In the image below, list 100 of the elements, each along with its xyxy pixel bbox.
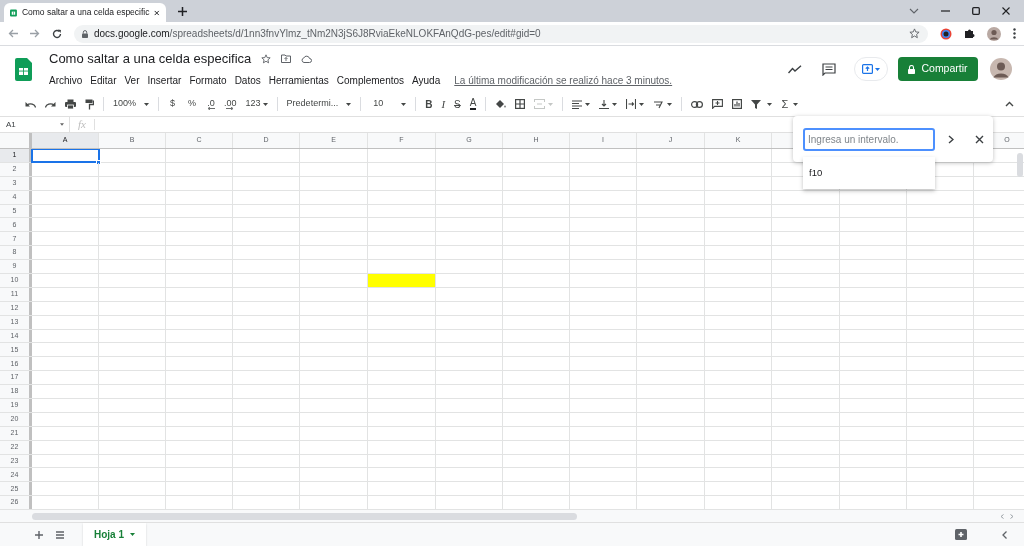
vertical-align-dropdown[interactable] bbox=[599, 99, 618, 109]
sheets-logo-icon bbox=[15, 57, 32, 81]
chevron-left-icon[interactable] bbox=[1002, 530, 1007, 539]
new-tab-icon[interactable] bbox=[178, 7, 187, 16]
avatar-icon[interactable] bbox=[990, 58, 1012, 80]
chevron-right-icon[interactable] bbox=[948, 134, 954, 144]
explore-icon[interactable] bbox=[955, 528, 967, 541]
print-icon[interactable] bbox=[65, 99, 76, 109]
arrow-left-icon bbox=[207, 106, 216, 110]
fill-handle[interactable] bbox=[96, 159, 101, 165]
close-icon[interactable] bbox=[154, 8, 160, 17]
add-sheet-icon[interactable] bbox=[35, 530, 43, 539]
menu-item[interactable]: Ayuda bbox=[408, 72, 445, 90]
merge-cells-dropdown[interactable] bbox=[534, 99, 554, 109]
fill-color-icon[interactable] bbox=[495, 99, 507, 109]
filled-cell[interactable] bbox=[368, 274, 436, 287]
align-dropdown[interactable] bbox=[572, 99, 591, 109]
caret-icon bbox=[667, 102, 673, 106]
selected-cell[interactable] bbox=[32, 149, 99, 162]
bold-button[interactable]: B bbox=[425, 96, 433, 112]
trend-line-icon[interactable] bbox=[788, 64, 802, 74]
menu-item[interactable]: Ver bbox=[120, 72, 144, 90]
align-left-icon bbox=[572, 99, 583, 109]
menu-item[interactable]: Herramientas bbox=[264, 72, 333, 90]
format-dropdown[interactable]: 123 bbox=[245, 97, 268, 111]
paint-format-icon[interactable] bbox=[85, 98, 94, 110]
extension-icon[interactable] bbox=[940, 27, 952, 40]
merge-icon bbox=[534, 99, 546, 109]
range-input-field[interactable]: Ingresa un intervalo. bbox=[803, 127, 935, 151]
functions-dropdown[interactable]: Σ bbox=[781, 95, 799, 113]
comment-add-icon[interactable] bbox=[712, 99, 724, 109]
text-wrap-dropdown[interactable] bbox=[626, 99, 645, 109]
chevron-down-icon[interactable] bbox=[909, 8, 919, 14]
folder-icon[interactable] bbox=[281, 54, 292, 63]
menu-item[interactable]: Datos bbox=[230, 72, 265, 90]
caret-icon bbox=[60, 123, 64, 126]
font-dropdown[interactable]: Predetermi... bbox=[286, 97, 352, 111]
close-icon[interactable] bbox=[975, 134, 984, 144]
arrow-right-icon bbox=[226, 106, 235, 110]
caret-icon bbox=[262, 102, 268, 106]
close-icon[interactable] bbox=[1002, 7, 1010, 15]
maximize-icon[interactable] bbox=[972, 7, 980, 15]
menu-item[interactable]: Formato bbox=[185, 72, 231, 90]
font-size-dropdown[interactable]: 10 bbox=[370, 97, 407, 111]
url-text: docs.google.com/spreadsheets/d/1nn3fnvYlmz_tNm2N3jS6J8RviaEkeNLOKFAnQdG-pes/edit#gid=0 bbox=[94, 27, 541, 41]
align-bottom-icon bbox=[599, 99, 610, 109]
menu-item[interactable]: Complementos bbox=[332, 72, 409, 90]
menu-item[interactable]: Editar bbox=[86, 72, 121, 90]
menu-item[interactable]: Archivo bbox=[45, 72, 87, 90]
name-box[interactable]: A1 bbox=[0, 117, 70, 132]
forward-arrow-icon[interactable] bbox=[30, 29, 40, 38]
star-icon[interactable] bbox=[909, 28, 920, 39]
share-button[interactable]: Compartir bbox=[898, 57, 978, 81]
menu-icon[interactable] bbox=[56, 530, 64, 539]
menu-item[interactable]: Insertar bbox=[143, 72, 186, 90]
undo-icon[interactable] bbox=[25, 100, 36, 108]
spreadsheet-icon bbox=[10, 7, 17, 18]
filter-icon bbox=[751, 99, 762, 109]
caret-icon bbox=[585, 102, 591, 106]
caret-icon bbox=[548, 102, 554, 106]
browser-tab[interactable]: Como saltar a una celda especific bbox=[4, 3, 166, 22]
increase-decimals-button[interactable]: .00 bbox=[224, 98, 237, 110]
sheet-tab[interactable]: Hoja 1 bbox=[83, 523, 146, 546]
caret-icon bbox=[612, 102, 618, 106]
italic-button[interactable]: I bbox=[441, 95, 446, 113]
document-title[interactable]: Como saltar a una celda especifica bbox=[49, 48, 252, 69]
text-rotation-dropdown[interactable] bbox=[653, 99, 673, 109]
caret-icon bbox=[639, 102, 645, 106]
cloud-icon[interactable] bbox=[301, 54, 313, 63]
last-edit-link[interactable]: La última modificación se realizó hace 3 minutos. bbox=[454, 73, 673, 89]
caret-icon bbox=[875, 67, 880, 71]
text-color-button[interactable]: A bbox=[469, 98, 477, 110]
redo-icon[interactable] bbox=[45, 100, 56, 108]
horizontal-scrollbar[interactable] bbox=[32, 512, 577, 520]
caret-icon bbox=[130, 533, 135, 536]
back-arrow-icon[interactable] bbox=[8, 29, 18, 38]
filter-dropdown[interactable] bbox=[751, 99, 773, 109]
suggestion-item[interactable]: f10 bbox=[803, 163, 935, 184]
percent-button[interactable]: % bbox=[186, 97, 199, 111]
caret-icon bbox=[401, 102, 407, 106]
borders-icon[interactable] bbox=[515, 99, 526, 109]
caret-icon bbox=[767, 102, 773, 106]
present-icon bbox=[862, 64, 873, 74]
collapse-icon[interactable] bbox=[1005, 101, 1014, 107]
text-wrap-icon bbox=[626, 99, 637, 109]
address-bar[interactable]: docs.google.com/spreadsheets/d/1nn3fnvYlmz_tNm2N3jS6J8RviaEkeNLOKFAnQdG-pes/edit#gid=0 bbox=[74, 24, 928, 43]
vertical-scrollbar[interactable] bbox=[1017, 153, 1023, 177]
reload-icon[interactable] bbox=[52, 28, 62, 39]
tab-title: Como saltar a una celda especific bbox=[21, 6, 150, 19]
star-icon[interactable] bbox=[261, 53, 272, 64]
decrease-decimals-button[interactable]: .0 bbox=[207, 98, 216, 110]
avatar-icon[interactable] bbox=[987, 26, 1001, 41]
strikethrough-button[interactable]: S bbox=[454, 96, 461, 112]
currency-button[interactable]: $ bbox=[168, 97, 178, 111]
comment-icon[interactable] bbox=[822, 62, 836, 76]
link-icon[interactable] bbox=[691, 100, 704, 108]
puzzle-icon[interactable] bbox=[964, 28, 975, 39]
chart-icon[interactable] bbox=[732, 99, 743, 109]
zoom-dropdown[interactable]: 100% bbox=[113, 97, 150, 111]
more-icon[interactable] bbox=[1013, 28, 1016, 39]
